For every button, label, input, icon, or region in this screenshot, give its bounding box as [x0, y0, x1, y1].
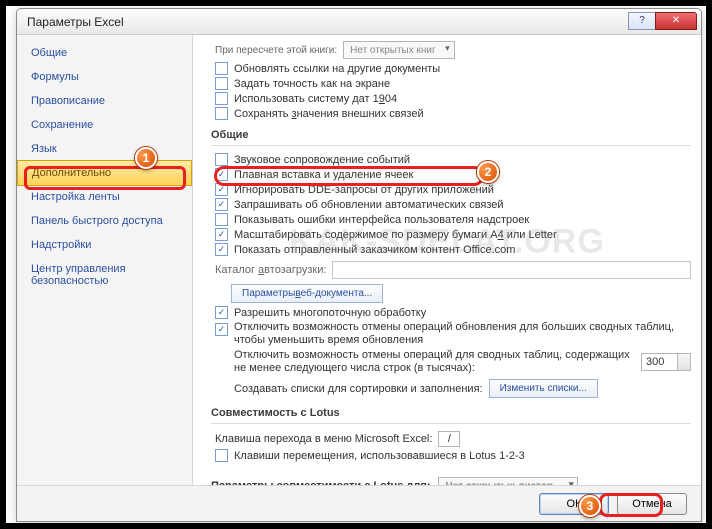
chk-ignore-dde[interactable] [215, 183, 228, 196]
chk-ask-update-links[interactable] [215, 198, 228, 211]
chk-office-content[interactable] [215, 243, 228, 256]
section-general: Общие [211, 121, 691, 146]
edit-lists-button[interactable]: Изменить списки... [489, 379, 598, 398]
autoload-label: Каталог автозагрузки: [215, 264, 326, 276]
chk-disable-undo-large-pivot[interactable] [215, 323, 228, 336]
lotus-menu-key-input[interactable]: / [438, 431, 460, 447]
chk-addin-ui-errors[interactable] [215, 213, 228, 226]
custom-lists-label: Создавать списки для сортировки и заполн… [234, 383, 483, 395]
autoload-path-input[interactable] [332, 261, 691, 279]
chk-sound[interactable] [215, 153, 228, 166]
sidebar-item-proofing[interactable]: Правописание [17, 89, 192, 113]
titlebar: Параметры Excel ? ✕ [17, 9, 701, 35]
chk-1904-date[interactable] [215, 92, 228, 105]
category-sidebar: Общие Формулы Правописание Сохранение Яз… [17, 35, 193, 485]
section-lotus-compat: Параметры совместимости с Lotus для: Нет… [211, 471, 691, 485]
recalc-book-strip: При пересчете этой книги: Нет открытых к… [211, 41, 691, 61]
sidebar-item-formulas[interactable]: Формулы [17, 65, 192, 89]
recalc-book-dropdown[interactable]: Нет открытых книг [343, 41, 455, 59]
cancel-button[interactable]: Отмена [617, 493, 687, 515]
sidebar-item-general[interactable]: Общие [17, 41, 192, 65]
chk-precision-displayed[interactable] [215, 77, 228, 90]
chk-update-links[interactable] [215, 62, 228, 75]
chk-lotus-transition-nav[interactable] [215, 449, 228, 462]
window-title: Параметры Excel [27, 15, 124, 29]
section-lotus: Совместимость с Lotus [211, 399, 691, 424]
chk-scale-a4[interactable] [215, 228, 228, 241]
callout-3: 3 [579, 495, 601, 517]
chk-smooth-insert[interactable] [215, 168, 228, 181]
excel-options-dialog: Параметры Excel ? ✕ Общие Формулы Правоп… [16, 8, 702, 522]
sidebar-item-qat[interactable]: Панель быстрого доступа [17, 209, 192, 233]
close-button[interactable]: ✕ [655, 12, 697, 30]
sidebar-item-save[interactable]: Сохранение [17, 113, 192, 137]
sidebar-item-advanced[interactable]: Дополнительно [17, 160, 192, 186]
chk-multithread[interactable] [215, 306, 228, 319]
callout-2: 2 [477, 161, 499, 183]
window-buttons: ? ✕ [629, 12, 697, 32]
web-doc-params-button[interactable]: Параметры веб-документа... [231, 284, 383, 303]
lotus-sheet-dropdown[interactable]: Нет открытых листов [438, 477, 578, 485]
pivot-rows-spin[interactable]: 300 [641, 353, 691, 371]
options-content: KAK-SDELAT.ORG При пересчете этой книги:… [193, 35, 701, 485]
sidebar-item-language[interactable]: Язык [17, 137, 192, 161]
callout-1: 1 [135, 147, 157, 169]
help-button[interactable]: ? [628, 12, 656, 30]
sidebar-item-trust-center[interactable]: Центр управления безопасностью [17, 257, 192, 293]
chk-save-external[interactable] [215, 107, 228, 120]
sidebar-item-addins[interactable]: Надстройки [17, 233, 192, 257]
lotus-menu-key-label: Клавиша перехода в меню Microsoft Excel: [215, 433, 432, 445]
sidebar-item-ribbon[interactable]: Настройка ленты [17, 185, 192, 209]
